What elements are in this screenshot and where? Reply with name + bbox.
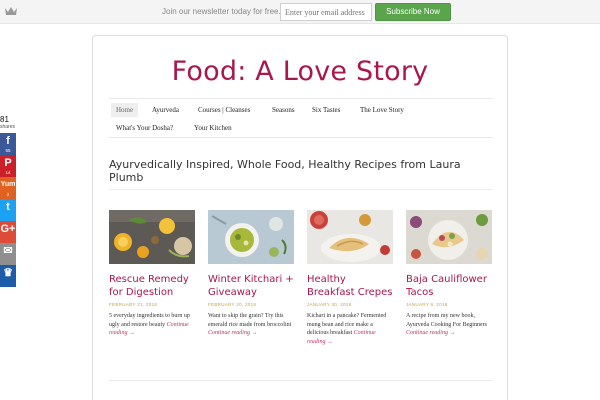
nav-item-the-love-story[interactable]: The Love Story <box>355 103 409 117</box>
sumo-icon: ♛ <box>3 267 13 279</box>
yummly-icon: Yum <box>0 181 16 188</box>
nav-item-ayurveda[interactable]: Ayurveda <box>147 103 184 117</box>
post-thumbnail-rescue-remedy[interactable] <box>109 210 195 264</box>
post-excerpt: Kichari in a pancake? Fermented mung bea… <box>307 312 393 346</box>
share-pinterest-count: 14 <box>5 170 11 175</box>
share-sumo-button[interactable]: ♛ <box>0 265 16 287</box>
pinterest-icon: P <box>4 157 12 169</box>
newsletter-email-input[interactable] <box>280 3 372 21</box>
post-excerpt-text: A recipe from my new book, Ayurveda Cook… <box>406 313 487 328</box>
post-excerpt: A recipe from my new book, Ayurveda Cook… <box>406 312 492 338</box>
subscribe-button[interactable]: Subscribe Now <box>375 3 451 21</box>
post-excerpt: 5 everyday ingredients to burn up ugly a… <box>109 312 195 338</box>
nav-item-seasons[interactable]: Seasons <box>267 103 300 117</box>
post-thumbnail-breakfast-crepes[interactable] <box>307 210 393 264</box>
site-title[interactable]: Food: A Love Story <box>93 56 507 87</box>
share-count: 81 <box>0 115 9 124</box>
share-facebook-count: 65 <box>5 148 11 153</box>
post-thumbnail-cauliflower-tacos[interactable] <box>406 210 492 264</box>
post-excerpt-text: Want to skip the grain? Try this emerald… <box>208 313 292 328</box>
crown-icon[interactable] <box>4 5 18 17</box>
post-date: JANUARY 30, 2018 <box>307 302 352 307</box>
main-navigation: Home Ayurveda Courses | Cleanses Seasons… <box>109 98 493 138</box>
post-card: Winter Kitchari + Giveaway FEBRUARY 20, … <box>208 210 294 338</box>
email-icon: ✉ <box>3 245 13 257</box>
post-card: Baja Cauliflower Tacos JANUARY 9, 2018 A… <box>406 210 492 338</box>
site-tagline: Ayurvedically Inspired, Whole Food, Heal… <box>109 158 461 184</box>
twitter-icon: t <box>6 201 10 213</box>
share-count-label: shares <box>0 124 16 130</box>
share-yummly-count: 2 <box>6 192 10 197</box>
nav-item-your-kitchen[interactable]: Your Kitchen <box>189 121 237 135</box>
share-google-plus-button[interactable]: G+ <box>0 221 16 243</box>
tagline-divider <box>109 189 493 190</box>
share-pinterest-button[interactable]: P 14 <box>0 155 16 177</box>
post-title[interactable]: Healthy Breakfast Crepes <box>307 273 393 299</box>
nav-item-courses-cleanses[interactable]: Courses | Cleanses <box>193 103 255 117</box>
continue-reading-link[interactable]: Continue reading → <box>406 330 455 336</box>
newsletter-text: Join our newsletter today for free. <box>162 7 281 16</box>
post-date: FEBRUARY 20, 2018 <box>208 302 257 307</box>
nav-item-six-tastes[interactable]: Six Tastes <box>307 103 345 117</box>
post-card: Healthy Breakfast Crepes JANUARY 30, 201… <box>307 210 393 346</box>
post-title[interactable]: Winter Kitchari + Giveaway <box>208 273 294 299</box>
nav-item-whats-your-dosha[interactable]: What's Your Dosha? <box>111 121 178 135</box>
post-date: JANUARY 9, 2018 <box>406 302 448 307</box>
post-excerpt: Want to skip the grain? Try this emerald… <box>208 312 294 338</box>
newsletter-bar: Join our newsletter today for free. Subs… <box>0 0 600 24</box>
post-title[interactable]: Baja Cauliflower Tacos <box>406 273 492 299</box>
share-facebook-button[interactable]: f 65 <box>0 133 16 155</box>
content-card: Food: A Love Story Home Ayurveda Courses… <box>92 35 508 400</box>
post-date: FEBRUARY 21, 2018 <box>109 302 158 307</box>
share-sidebar: 81 shares f 65 P 14 Yum 2 t G+ ✉ ♛ <box>0 116 16 287</box>
continue-reading-link[interactable]: Continue reading → <box>208 330 257 336</box>
share-twitter-button[interactable]: t <box>0 199 16 221</box>
post-card: Rescue Remedy for Digestion FEBRUARY 21,… <box>109 210 195 338</box>
share-email-button[interactable]: ✉ <box>0 243 16 265</box>
facebook-icon: f <box>6 135 10 147</box>
posts-bottom-divider <box>109 380 493 381</box>
post-thumbnail-winter-kitchari[interactable] <box>208 210 294 264</box>
share-yummly-button[interactable]: Yum 2 <box>0 177 16 199</box>
nav-item-home[interactable]: Home <box>111 103 139 117</box>
post-title[interactable]: Rescue Remedy for Digestion <box>109 273 195 299</box>
google-plus-icon: G+ <box>0 223 16 235</box>
